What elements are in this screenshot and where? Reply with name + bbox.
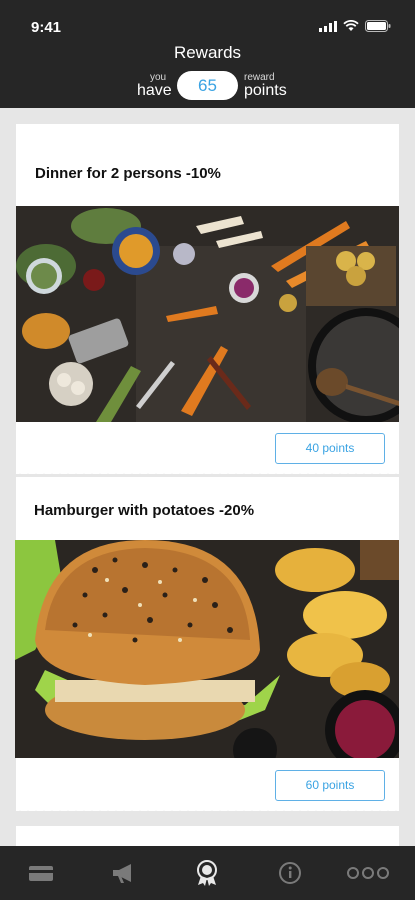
header: 9:41 Rewards you have 65 reward points	[0, 0, 415, 108]
reward-card[interactable]: Hamburger with potatoes -20% 60 points	[15, 477, 399, 814]
reward-title: Hamburger with potatoes -20%	[34, 502, 255, 519]
burger-photo	[15, 540, 399, 758]
redeem-button[interactable]: 60 points	[275, 770, 385, 801]
tab-news[interactable]	[109, 860, 137, 886]
status-time: 9:41	[31, 19, 62, 36]
redeem-button[interactable]: 40 points	[275, 433, 385, 464]
more-icon	[347, 867, 389, 879]
tab-rewards[interactable]	[193, 860, 221, 886]
tab-cards[interactable]	[27, 860, 55, 886]
wifi-icon	[343, 20, 359, 31]
status-icons	[319, 20, 391, 32]
vegetables-photo	[16, 206, 399, 422]
reward-card[interactable]: Dinner for 2 persons -10% 40 points	[16, 124, 399, 477]
tab-info[interactable]	[276, 860, 304, 886]
reward-card[interactable]	[16, 826, 399, 846]
have-label: have	[137, 82, 172, 99]
rewards-list[interactable]: Dinner for 2 persons -10% 40 points Hamb…	[0, 108, 415, 846]
battery-icon	[365, 20, 391, 32]
tab-bar	[0, 846, 415, 900]
points-balance: 65	[177, 71, 238, 100]
card-icon	[29, 866, 53, 881]
reward-title: Dinner for 2 persons -10%	[35, 165, 221, 182]
tab-more[interactable]	[346, 860, 390, 886]
status-bar: 9:41	[0, 0, 415, 44]
points-label: points	[244, 82, 287, 99]
megaphone-icon	[113, 864, 131, 883]
info-icon	[279, 862, 301, 884]
signal-icon	[319, 20, 337, 32]
points-summary: you have 65 reward points	[0, 70, 415, 100]
page-title: Rewards	[173, 43, 242, 62]
award-icon	[197, 860, 217, 886]
perforated-edge	[16, 808, 399, 814]
